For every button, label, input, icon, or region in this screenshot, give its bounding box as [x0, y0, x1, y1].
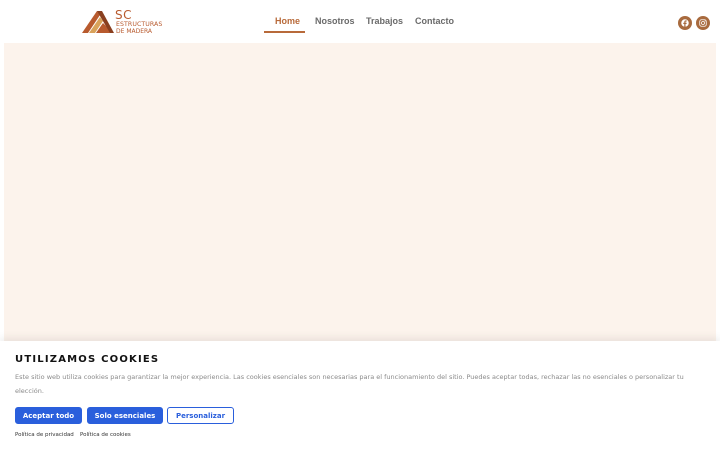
essentials-only-button[interactable]: Solo esenciales [87, 407, 163, 424]
instagram-button[interactable] [696, 16, 710, 30]
nav-trabajos[interactable]: Trabajos [366, 16, 403, 27]
facebook-button[interactable] [678, 16, 692, 30]
hero-section [4, 43, 716, 348]
logo-brand: SC [115, 8, 132, 22]
cookie-policy-link[interactable]: Política de cookies [80, 432, 131, 438]
cookie-title: UTILIZAMOS COOKIES [15, 354, 160, 365]
site-header: SC ESTRUCTURAS DE MADERA Home Nosotros T… [0, 0, 720, 43]
cookie-description: Este sitio web utiliza cookies para gara… [15, 373, 684, 395]
customize-button[interactable]: Personalizar [167, 407, 234, 424]
site-logo[interactable]: SC ESTRUCTURAS DE MADERA [80, 8, 170, 35]
logo-roof-icon [82, 11, 114, 33]
privacy-policy-link[interactable]: Política de privacidad [15, 432, 74, 438]
nav-nosotros[interactable]: Nosotros [315, 16, 355, 27]
logo-line1: ESTRUCTURAS [116, 21, 163, 28]
logo-line2: DE MADERA [116, 28, 153, 35]
instagram-icon [699, 19, 707, 27]
cookie-banner: UTILIZAMOS COOKIES Este sitio web utiliz… [0, 341, 720, 450]
nav-active-indicator [264, 31, 305, 33]
accept-all-button[interactable]: Aceptar todo [15, 407, 82, 424]
nav-contacto[interactable]: Contacto [415, 16, 454, 27]
nav-home[interactable]: Home [275, 16, 300, 27]
facebook-icon [681, 19, 689, 27]
